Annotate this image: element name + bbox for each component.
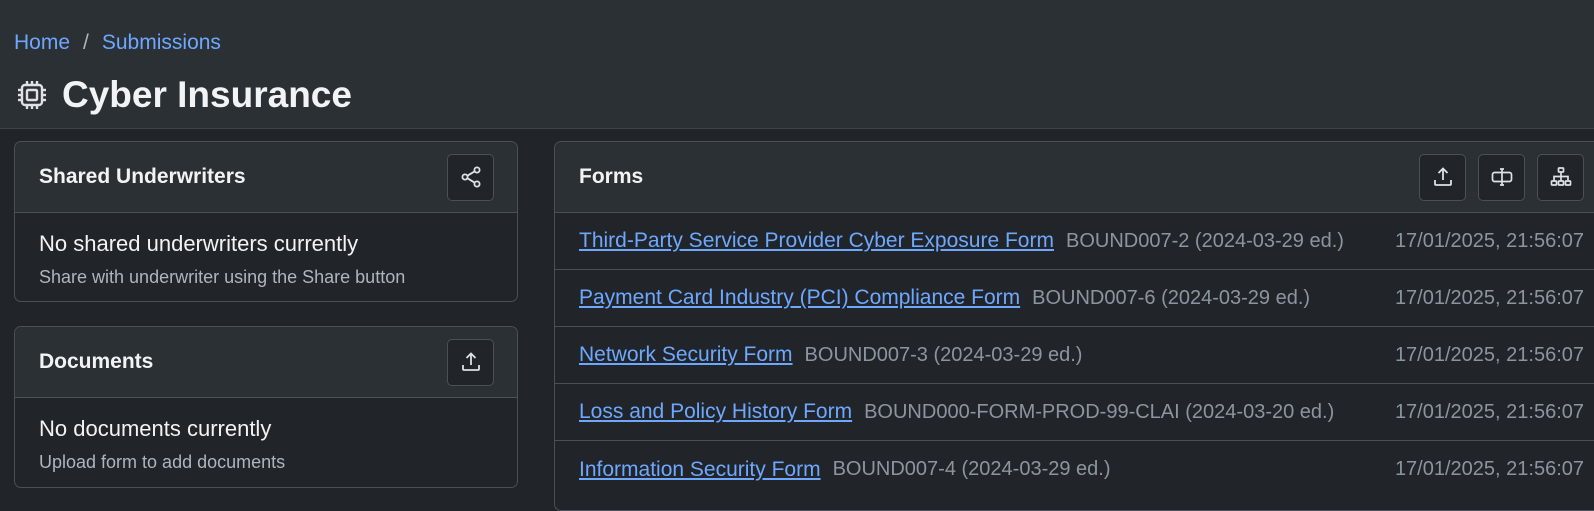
form-row: Network Security Form BOUND007-3 (2024-0… [555, 327, 1594, 384]
shared-underwriters-body: No shared underwriters currently Share w… [15, 213, 517, 301]
upload-icon [461, 352, 480, 371]
documents-header: Documents [15, 327, 517, 398]
form-link[interactable]: Information Security Form [579, 458, 821, 482]
form-timestamp: 17/01/2025, 21:56:07 [1394, 229, 1584, 252]
page-header: Home / Submissions Cyber Insurance [0, 0, 1594, 129]
shared-underwriters-card: Shared Underwriters No shared underwrite… [14, 141, 518, 302]
form-row: Loss and Policy History Form BOUND000-FO… [555, 384, 1594, 441]
form-code: BOUND007-3 (2024-03-29 ed.) [804, 343, 1083, 366]
form-link[interactable]: Third-Party Service Provider Cyber Expos… [579, 229, 1054, 253]
cpu-chip-icon [18, 81, 46, 109]
documents-empty-subtitle: Upload form to add documents [39, 452, 286, 472]
documents-empty-title: No documents currently [39, 416, 272, 441]
shared-underwriters-empty-subtitle: Share with underwriter using the Share b… [39, 267, 406, 287]
breadcrumb-submissions-link[interactable]: Submissions [102, 31, 221, 55]
form-code: BOUND007-4 (2024-03-29 ed.) [832, 458, 1111, 480]
forms-list: Third-Party Service Provider Cyber Expos… [555, 213, 1594, 498]
form-code: BOUND007-2 (2024-03-29 ed.) [1065, 229, 1344, 252]
form-row: Third-Party Service Provider Cyber Expos… [555, 213, 1594, 270]
documents-card: Documents No documents currently Upload … [14, 326, 518, 488]
form-code: BOUND007-6 (2024-03-29 ed.) [1032, 286, 1311, 309]
documents-body: No documents currently Upload form to ad… [15, 398, 517, 487]
page-title: Cyber Insurance [62, 74, 352, 115]
rename-form-button[interactable] [1478, 153, 1525, 201]
form-row: Information Security Form BOUND007-4 (20… [555, 441, 1594, 498]
breadcrumb: Home / Submissions [14, 31, 221, 55]
shared-underwriters-title: Shared Underwriters [39, 165, 246, 188]
form-link[interactable]: Loss and Policy History Form [579, 400, 852, 424]
sitemap-icon [1550, 167, 1571, 186]
form-timestamp: 17/01/2025, 21:56:07 [1394, 400, 1584, 423]
share-icon [461, 166, 480, 188]
form-code: BOUND000-FORM-PROD-99-CLAI (2024-03-20 e… [864, 400, 1335, 423]
shared-underwriters-header: Shared Underwriters [15, 142, 517, 213]
shared-underwriters-empty-title: No shared underwriters currently [39, 231, 359, 256]
form-timestamp: 17/01/2025, 21:56:07 [1394, 343, 1584, 366]
form-timestamp: 17/01/2025, 21:56:07 [1394, 458, 1584, 480]
upload-icon [1433, 167, 1452, 186]
text-cursor-icon [1491, 168, 1512, 186]
forms-header: Forms [555, 142, 1594, 213]
form-link[interactable]: Payment Card Industry (PCI) Compliance F… [579, 286, 1020, 310]
title-row: Cyber Insurance [16, 74, 352, 116]
forms-card: Forms Third-Party Service Provider Cyber… [554, 141, 1594, 511]
form-hierarchy-button[interactable] [1537, 153, 1584, 201]
upload-document-button[interactable] [447, 338, 494, 386]
form-link[interactable]: Network Security Form [579, 343, 793, 367]
form-timestamp: 17/01/2025, 21:56:07 [1394, 286, 1584, 309]
breadcrumb-home-link[interactable]: Home [14, 31, 70, 55]
form-row: Payment Card Industry (PCI) Compliance F… [555, 270, 1594, 327]
breadcrumb-separator: / [83, 31, 89, 54]
upload-form-button[interactable] [1419, 153, 1466, 201]
documents-title: Documents [39, 350, 154, 373]
share-button[interactable] [447, 153, 494, 201]
forms-toolbar [1419, 153, 1594, 201]
forms-title: Forms [579, 165, 644, 188]
